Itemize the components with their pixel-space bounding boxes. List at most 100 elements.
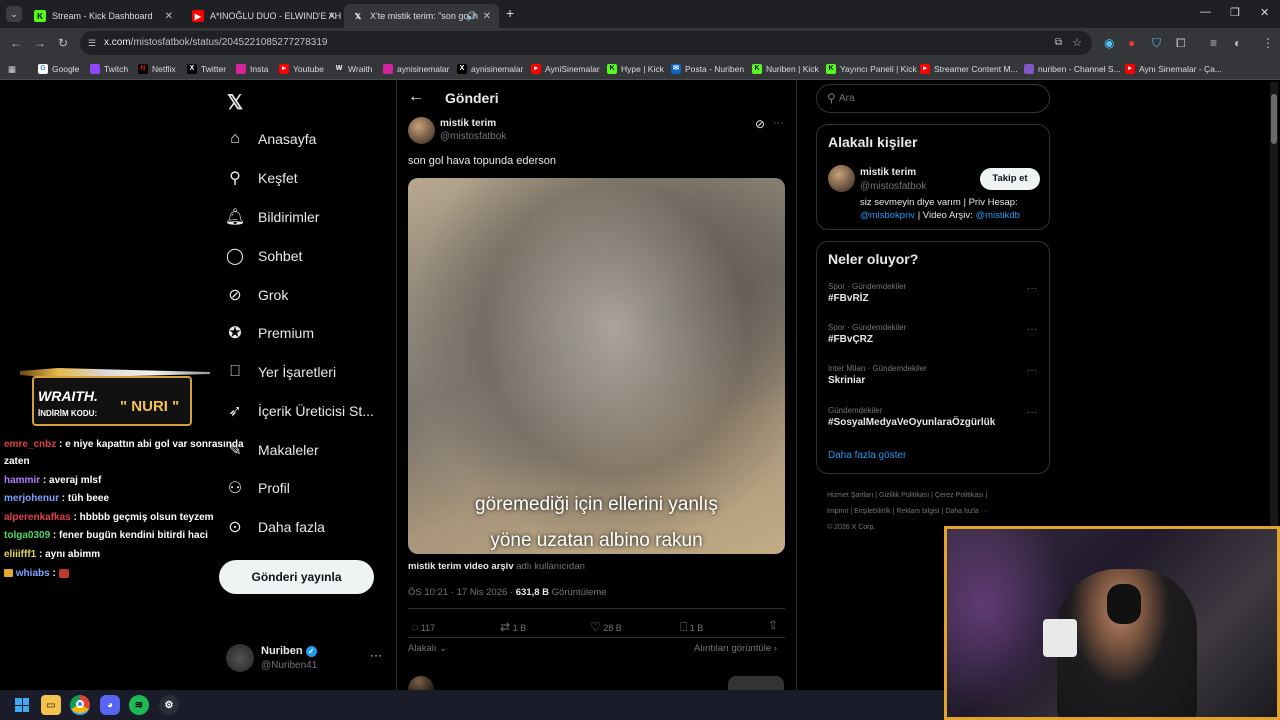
account-switcher[interactable]: Nuriben ✓ @Nuriben41 ··· xyxy=(224,640,384,676)
restore-icon[interactable]: ❐ xyxy=(1230,6,1240,19)
bookmark-yayinci-paneli[interactable]: K Yayıncı Paneli | Kick xyxy=(826,62,917,76)
bookmark-aynisinemalar-2[interactable]: Xaynisinemalar xyxy=(457,62,523,76)
bio-link[interactable]: @misbokpriv xyxy=(860,210,915,221)
author-name[interactable]: mistik terim xyxy=(440,118,496,129)
trend-item[interactable]: Gündemdekiler #SosyalMedyaVeOyunlaraÖzgü… xyxy=(828,406,1038,428)
nav-chat[interactable]: ◯ Sohbet xyxy=(224,241,302,271)
footer-link[interactable]: Imprint xyxy=(827,508,848,515)
grok-icon[interactable]: ⊘ xyxy=(755,117,765,131)
repost-button[interactable]: ⇄ 1 B xyxy=(500,620,526,634)
nav-home[interactable]: ⌂ Anasayfa xyxy=(224,124,316,154)
bookmark-twitter[interactable]: X Twitter xyxy=(187,62,226,76)
bookmark-nuriben-kick[interactable]: K Nuriben | Kick xyxy=(752,62,819,76)
discord-icon[interactable]: ◕ xyxy=(100,695,120,715)
browser-tab-x-post[interactable]: 𝕏 X'te mistik terim: "son gol h 🔊 ✕ xyxy=(344,4,499,28)
apps-icon[interactable]: ▦ xyxy=(8,62,16,76)
spotify-icon[interactable]: ≋ xyxy=(129,695,149,715)
close-icon[interactable]: ✕ xyxy=(165,11,173,22)
close-icon[interactable]: ✕ xyxy=(328,11,336,22)
tab-search-button[interactable]: ⌄ xyxy=(6,6,22,22)
windows-start-icon[interactable] xyxy=(12,695,32,715)
star-icon[interactable]: ☆ xyxy=(1072,31,1082,55)
speaker-icon[interactable]: 🔊 xyxy=(466,11,477,22)
bookmark-button[interactable]: ⎕ 1 B xyxy=(680,620,703,635)
bookmark-wraith[interactable]: W Wraith xyxy=(334,62,373,76)
post-timestamp[interactable]: ÖS 10:21 · 17 Nis 2026 · xyxy=(408,587,513,598)
back-icon[interactable]: ← xyxy=(10,36,22,50)
footer-link[interactable]: Çerez Politikası xyxy=(935,492,984,499)
footer-link[interactable]: Hizmet Şartları xyxy=(827,492,873,499)
person-handle[interactable]: @mistosfatbok xyxy=(860,181,926,192)
footer-link[interactable]: Erişilebilirlik xyxy=(854,508,891,515)
reload-icon[interactable]: ↻ xyxy=(58,36,68,50)
bookmark-streamer-content[interactable]: ▸ Streamer Content M... xyxy=(920,62,1018,76)
browser-tab-kick-dashboard[interactable]: K Stream - Kick Dashboard ✕ xyxy=(26,4,181,28)
scrollbar-thumb[interactable] xyxy=(1271,94,1277,144)
steam-icon[interactable]: ⚙ xyxy=(159,695,179,715)
bookmark-channel[interactable]: nuriben - Channel S... xyxy=(1024,62,1121,76)
file-explorer-icon[interactable]: ▭ xyxy=(41,695,61,715)
x-logo-icon[interactable]: 𝕏 xyxy=(227,90,243,115)
reply-action-button[interactable] xyxy=(728,676,784,690)
new-tab-button[interactable]: + xyxy=(506,5,514,21)
bookmark-hype-kick[interactable]: K Hype | Kick xyxy=(607,62,664,76)
install-icon[interactable]: ⧉ xyxy=(1055,31,1062,55)
trend-item[interactable]: Spor · Gündemdekiler #FBvRİZ xyxy=(828,282,1038,304)
profile-avatar-icon[interactable]: ◐ xyxy=(1234,36,1241,50)
more-icon[interactable]: ··· xyxy=(1027,324,1037,335)
avatar[interactable] xyxy=(828,165,855,192)
extension-shield-icon[interactable]: ⛉ xyxy=(1152,36,1161,51)
close-icon[interactable]: ✕ xyxy=(483,11,491,22)
more-icon[interactable]: ··· xyxy=(1027,407,1037,418)
bookmark-aynisinemalar-1[interactable]: aynisinemalar xyxy=(383,62,449,76)
view-quotes-link[interactable]: Alıntıları görüntüle › xyxy=(694,643,777,654)
bookmark-posta[interactable]: ✉ Posta - Nuriben xyxy=(671,62,744,76)
more-icon[interactable]: ··· xyxy=(1027,283,1037,294)
trend-item[interactable]: Spor · Gündemdekiler #FBvÇRZ xyxy=(828,323,1038,345)
extension-icon[interactable]: ◉ xyxy=(1104,36,1114,50)
site-info-icon[interactable]: ☰ xyxy=(88,31,96,55)
bookmark-twitch[interactable]: Twitch xyxy=(90,62,128,76)
nav-explore[interactable]: ⚲ Keşfet xyxy=(224,163,298,193)
post-video[interactable]: göremediği için ellerini yanlış yöne uza… xyxy=(408,178,785,554)
menu-icon[interactable]: ⋮ xyxy=(1262,36,1274,50)
video-source-name[interactable]: mistik terim video arşiv xyxy=(408,561,514,572)
search-box[interactable]: ⚲ Ara xyxy=(816,84,1050,113)
bookmark-ayni-sinemalar[interactable]: ▸ Aynı Sinemalar - Ça... xyxy=(1125,62,1222,76)
footer-link[interactable]: Gizlilik Politikası xyxy=(879,492,929,499)
media-icon[interactable]: ≡ xyxy=(1210,36,1217,50)
nav-creator-studio[interactable]: ➶ İçerik Üreticisi St... xyxy=(224,396,374,426)
nav-grok[interactable]: ⊘ Grok xyxy=(224,280,288,310)
author-handle[interactable]: @mistosfatbok xyxy=(440,131,506,142)
person-name[interactable]: mistik terim xyxy=(860,167,916,178)
bio-link[interactable]: @mistikdb xyxy=(975,210,1020,221)
browser-tab-youtube[interactable]: ▶ A*INOĞLU DUO - ELWIND'E AH ✕ xyxy=(184,4,344,28)
replies-sort-dropdown[interactable]: Alakalı ⌄ xyxy=(408,643,447,654)
bookmark-netflix[interactable]: N Netflix xyxy=(138,62,176,76)
share-icon[interactable]: ⇧ xyxy=(768,618,778,632)
avatar[interactable] xyxy=(408,117,435,144)
close-window-icon[interactable]: ✕ xyxy=(1260,6,1269,19)
minimize-icon[interactable]: — xyxy=(1200,6,1211,18)
follow-button[interactable]: Takip et xyxy=(980,168,1040,190)
address-bar[interactable]: ☰ x.com/mistosfatbok/status/204522108527… xyxy=(80,31,1092,55)
nav-notifications[interactable]: 🔔︎ Bildirimler xyxy=(224,202,320,232)
trend-item[interactable]: Inter Milan · Gündemdekiler Skriniar xyxy=(828,364,1038,386)
bookmark-insta[interactable]: Insta xyxy=(236,62,268,76)
extension-icon[interactable]: ● xyxy=(1128,36,1135,50)
more-icon[interactable]: ··· xyxy=(773,117,784,129)
footer-link[interactable]: Daha fazla ··· xyxy=(945,508,987,515)
more-icon[interactable]: ··· xyxy=(1027,365,1037,376)
back-arrow-icon[interactable]: ← xyxy=(408,88,424,106)
nav-profile[interactable]: ⚇ Profil xyxy=(224,473,290,503)
nav-premium[interactable]: ✪ Premium xyxy=(224,318,314,348)
more-icon[interactable]: ··· xyxy=(370,648,382,662)
chrome-icon[interactable] xyxy=(70,695,90,715)
nav-more[interactable]: ⊙ Daha fazla xyxy=(224,512,325,542)
footer-link[interactable]: Reklam bilgisi xyxy=(896,508,939,515)
post-button[interactable]: Gönderi yayınla xyxy=(219,560,374,594)
show-more-link[interactable]: Daha fazla göster xyxy=(828,450,906,461)
bookmark-google[interactable]: G Google xyxy=(38,62,79,76)
bookmark-youtube[interactable]: ▸ Youtube xyxy=(279,62,324,76)
nav-bookmarks[interactable]: ⎕ Yer İşaretleri xyxy=(224,357,336,387)
